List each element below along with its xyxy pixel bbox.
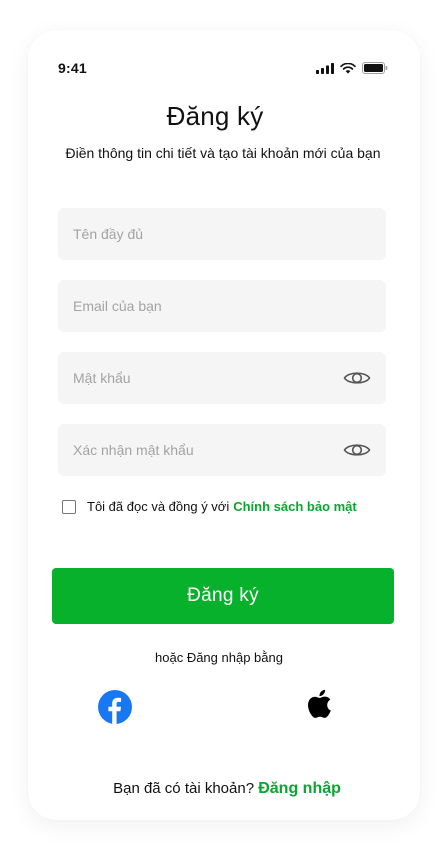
email-input[interactable] (58, 280, 386, 332)
register-button[interactable]: Đăng ký (52, 568, 394, 624)
facebook-icon[interactable] (97, 689, 133, 725)
social-login-label: hoặc Đăng nhập bằng (155, 650, 283, 665)
agreement-text: Tôi đã đọc và đồng ý với (87, 499, 230, 514)
page-title: Đăng ký (166, 101, 264, 131)
login-prompt-text: Bạn đã có tài khoản? (113, 780, 255, 797)
login-prompt: Bạn đã có tài khoản? Đăng nhập (0, 780, 446, 798)
wifi-icon (340, 62, 356, 74)
full-name-field-container (58, 208, 386, 260)
login-link[interactable]: Đăng nhập (258, 780, 341, 797)
page-subtitle: Điền thông tin chi tiết và tạo tài khoản… (65, 145, 381, 161)
privacy-policy-link[interactable]: Chính sách bảo mật (233, 499, 357, 514)
confirm-password-input[interactable] (58, 424, 386, 476)
password-field-container (58, 352, 386, 404)
signal-icon (316, 62, 334, 74)
eye-icon[interactable] (343, 438, 371, 462)
eye-icon[interactable] (343, 366, 371, 390)
full-name-input[interactable] (58, 208, 386, 260)
status-icons (316, 62, 390, 74)
apple-icon[interactable] (303, 686, 339, 722)
password-input[interactable] (58, 352, 386, 404)
privacy-checkbox[interactable] (62, 499, 76, 514)
status-time: 9:41 (58, 60, 87, 76)
status-bar: 9:41 (28, 58, 390, 78)
email-field-container (58, 280, 386, 332)
privacy-agreement: Tôi đã đọc và đồng ý với Chính sách bảo … (62, 499, 357, 514)
confirm-password-field-container (58, 424, 386, 476)
battery-icon (362, 62, 388, 74)
